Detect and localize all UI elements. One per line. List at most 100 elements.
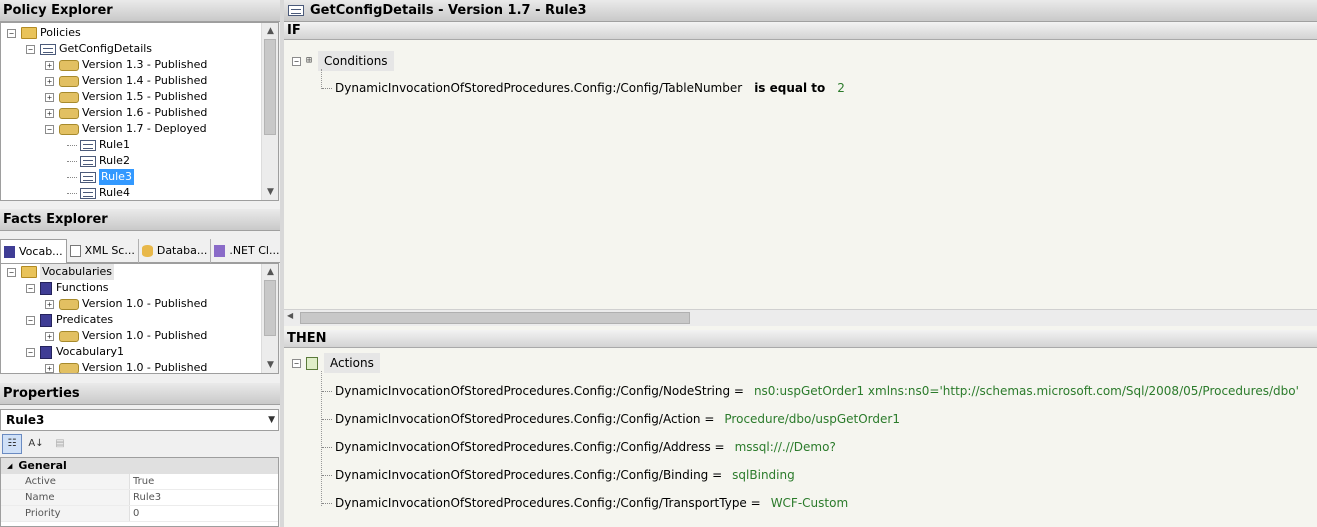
property-row[interactable]: Name Rule3 bbox=[1, 490, 278, 506]
condition-operator[interactable]: is equal to bbox=[754, 78, 825, 98]
property-value[interactable]: True bbox=[130, 474, 154, 489]
tree-item-rule[interactable]: Rule4 bbox=[67, 185, 130, 200]
scroll-thumb[interactable] bbox=[264, 280, 276, 336]
condition-fact[interactable]: DynamicInvocationOfStoredProcedures.Conf… bbox=[335, 78, 742, 98]
collapse-icon[interactable]: − bbox=[7, 28, 16, 38]
collapse-icon[interactable]: − bbox=[26, 347, 35, 357]
property-value[interactable]: 0 bbox=[130, 506, 139, 521]
action-value[interactable]: Procedure/dbo/uspGetOrder1 bbox=[724, 409, 900, 429]
collapse-icon[interactable]: − bbox=[26, 283, 35, 293]
policy-explorer-tree[interactable]: − Policies − GetConfigDetails + Version … bbox=[0, 22, 279, 201]
properties-object-select[interactable]: Rule3 ▼ bbox=[0, 409, 279, 431]
collapse-icon[interactable]: − bbox=[26, 315, 35, 325]
tab-label: XML Sc... bbox=[84, 244, 135, 257]
tree-item-version[interactable]: + Version 1.0 - Published bbox=[45, 360, 208, 374]
tree-item-version[interactable]: + Version 1.4 - Published bbox=[45, 73, 207, 89]
editor-title-bar: GetConfigDetails - Version 1.7 - Rule3 bbox=[284, 0, 1317, 22]
alphabetical-button[interactable]: A↓ bbox=[26, 434, 46, 454]
tab-dotnet-classes[interactable]: .NET Cl... bbox=[211, 239, 284, 263]
tree-item-version[interactable]: + Version 1.0 - Published bbox=[45, 296, 207, 312]
property-value[interactable]: Rule3 bbox=[130, 490, 161, 505]
condition-row[interactable]: DynamicInvocationOfStoredProcedures.Conf… bbox=[322, 78, 845, 98]
vocabulary-book-icon bbox=[4, 245, 15, 258]
scroll-thumb[interactable] bbox=[300, 312, 690, 324]
tree-item-vocabulary[interactable]: − Predicates bbox=[26, 312, 113, 328]
policy-tree-scrollbar[interactable]: ▲ ▼ bbox=[261, 23, 278, 200]
scroll-up-icon[interactable]: ▲ bbox=[262, 23, 278, 39]
policy-icon bbox=[40, 43, 56, 55]
scroll-up-icon[interactable]: ▲ bbox=[262, 264, 278, 280]
tree-item-rule[interactable]: Rule2 bbox=[67, 153, 130, 169]
tree-item-version[interactable]: − Version 1.7 - Deployed bbox=[45, 121, 207, 137]
property-grid: ◢ General Active True Name Rule3 Priorit… bbox=[0, 457, 279, 527]
action-value[interactable]: WCF-Custom bbox=[771, 493, 848, 513]
condition-value[interactable]: 2 bbox=[837, 78, 845, 98]
action-value[interactable]: ns0:uspGetOrder1 xmlns:ns0='http://schem… bbox=[754, 381, 1299, 401]
tree-item-vocabularies[interactable]: − Vocabularies bbox=[7, 264, 115, 280]
rule-icon bbox=[288, 5, 304, 16]
expand-icon[interactable]: + bbox=[45, 76, 54, 86]
expand-icon[interactable]: + bbox=[45, 92, 54, 102]
tree-item-vocabulary[interactable]: − Functions bbox=[26, 280, 109, 296]
action-value[interactable]: mssql://.//Demo? bbox=[735, 437, 836, 457]
tree-item-rule-selected[interactable]: Rule3 bbox=[67, 169, 134, 185]
property-row[interactable]: Active True bbox=[1, 474, 278, 490]
collapse-icon[interactable]: − bbox=[45, 124, 54, 134]
tree-item-vocabulary[interactable]: − Vocabulary1 bbox=[26, 344, 124, 360]
expand-icon[interactable]: + bbox=[45, 363, 54, 373]
collapse-icon[interactable]: − bbox=[292, 358, 301, 368]
actions-label: Actions bbox=[324, 353, 380, 373]
property-row[interactable]: Priority 0 bbox=[1, 506, 278, 522]
tree-connector bbox=[322, 446, 332, 448]
left-panel: Policy Explorer − Policies − GetConfigDe… bbox=[0, 0, 284, 527]
action-row[interactable]: DynamicInvocationOfStoredProcedures.Conf… bbox=[322, 409, 900, 429]
facts-explorer-tree[interactable]: − Vocabularies − Functions + Version 1.0… bbox=[0, 263, 279, 374]
conditions-node[interactable]: − ⊞ Conditions bbox=[292, 51, 394, 71]
property-category[interactable]: ◢ General bbox=[1, 458, 278, 474]
action-target[interactable]: DynamicInvocationOfStoredProcedures.Conf… bbox=[335, 409, 714, 429]
chevron-down-icon[interactable]: ▼ bbox=[268, 410, 275, 430]
expand-icon[interactable]: + bbox=[45, 60, 54, 70]
tree-item-policies[interactable]: − Policies bbox=[7, 25, 81, 41]
action-row[interactable]: DynamicInvocationOfStoredProcedures.Conf… bbox=[322, 437, 836, 457]
actions-node[interactable]: − Actions bbox=[292, 353, 380, 373]
action-row[interactable]: DynamicInvocationOfStoredProcedures.Conf… bbox=[322, 493, 848, 513]
collapse-icon[interactable]: − bbox=[292, 56, 301, 66]
tree-item-label: Version 1.0 - Published bbox=[82, 361, 208, 374]
action-value[interactable]: sqlBinding bbox=[732, 465, 795, 485]
scroll-left-icon[interactable]: ◀ bbox=[287, 311, 293, 320]
tree-item-label: Predicates bbox=[56, 313, 114, 326]
database-icon bbox=[141, 245, 153, 257]
tab-xml-schemas[interactable]: XML Sc... bbox=[67, 239, 139, 263]
tree-item-version[interactable]: + Version 1.3 - Published bbox=[45, 57, 207, 73]
action-row[interactable]: DynamicInvocationOfStoredProcedures.Conf… bbox=[322, 465, 795, 485]
action-row[interactable]: DynamicInvocationOfStoredProcedures.Conf… bbox=[322, 381, 1299, 401]
collapse-icon[interactable]: ◢ bbox=[7, 458, 12, 474]
then-pane[interactable]: − Actions DynamicInvocationOfStoredProce… bbox=[284, 349, 1317, 527]
tree-item-policy[interactable]: − GetConfigDetails bbox=[26, 41, 152, 57]
action-target[interactable]: DynamicInvocationOfStoredProcedures.Conf… bbox=[335, 465, 722, 485]
selected-object-label: Rule3 bbox=[6, 413, 45, 427]
tree-item-version[interactable]: + Version 1.5 - Published bbox=[45, 89, 207, 105]
if-pane[interactable]: − ⊞ Conditions DynamicInvocationOfStored… bbox=[284, 41, 1317, 309]
tab-databases[interactable]: Databa... bbox=[139, 239, 212, 263]
action-target[interactable]: DynamicInvocationOfStoredProcedures.Conf… bbox=[335, 493, 761, 513]
scroll-thumb[interactable] bbox=[264, 39, 276, 135]
tab-vocabularies[interactable]: Vocab... bbox=[0, 239, 67, 263]
property-pages-button[interactable]: ▤ bbox=[50, 434, 70, 454]
collapse-icon[interactable]: − bbox=[7, 267, 16, 277]
scroll-down-icon[interactable]: ▼ bbox=[262, 357, 278, 373]
expand-icon[interactable]: + bbox=[45, 108, 54, 118]
expand-icon[interactable]: + bbox=[45, 331, 54, 341]
collapse-icon[interactable]: − bbox=[26, 44, 35, 54]
tree-item-version[interactable]: + Version 1.6 - Published bbox=[45, 105, 207, 121]
scroll-down-icon[interactable]: ▼ bbox=[262, 184, 278, 200]
tree-item-version[interactable]: + Version 1.0 - Published bbox=[45, 328, 207, 344]
expand-icon[interactable]: + bbox=[45, 299, 54, 309]
action-target[interactable]: DynamicInvocationOfStoredProcedures.Conf… bbox=[335, 381, 744, 401]
facts-tree-scrollbar[interactable]: ▲ ▼ bbox=[261, 264, 278, 373]
categorized-button[interactable]: ☷ bbox=[2, 434, 22, 454]
action-target[interactable]: DynamicInvocationOfStoredProcedures.Conf… bbox=[335, 437, 725, 457]
if-pane-hscrollbar[interactable]: ◀ bbox=[284, 309, 1317, 326]
tree-item-rule[interactable]: Rule1 bbox=[67, 137, 130, 153]
